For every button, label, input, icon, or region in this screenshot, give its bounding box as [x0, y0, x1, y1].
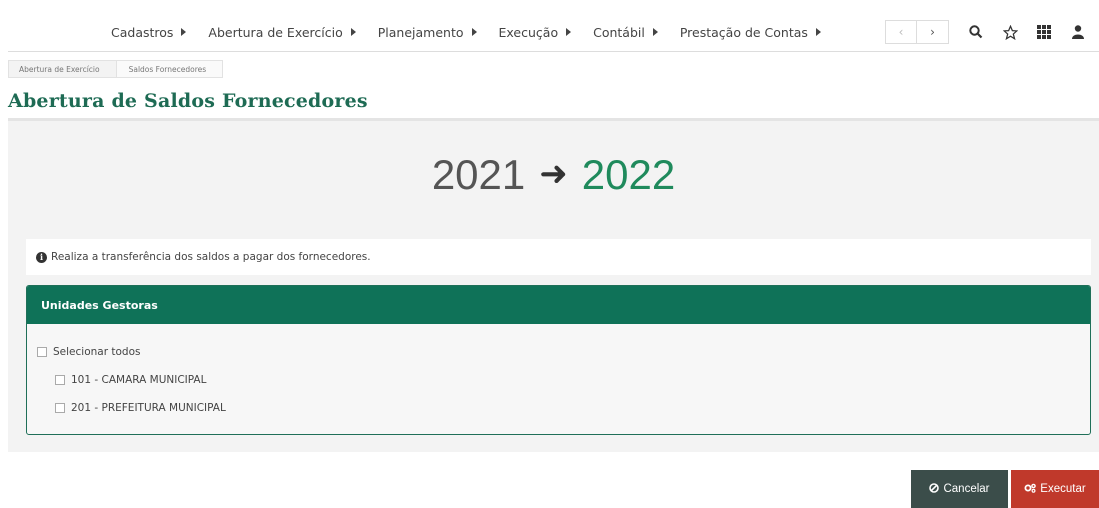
menu-label: Planejamento: [377, 24, 464, 40]
checkbox[interactable]: [55, 375, 65, 385]
toolbar-icons: [963, 20, 1099, 44]
year-from: 2021: [431, 151, 526, 198]
caret-right-icon: [471, 28, 477, 36]
caret-right-icon: [815, 28, 821, 36]
menu-scroll-arrows: ‹ ›: [885, 20, 949, 44]
cancel-label: Cancelar: [943, 483, 990, 495]
unit-checkbox-201[interactable]: 201 - PREFEITURA MUNICIPAL: [55, 402, 226, 414]
cancel-button[interactable]: Cancelar: [911, 470, 1008, 508]
menu-abertura-exercicio[interactable]: Abertura de Exercício: [208, 24, 356, 40]
select-all-checkbox[interactable]: Selecionar todos: [37, 346, 140, 358]
menu-cadastros[interactable]: Cadastros: [111, 24, 187, 40]
main-panel: 2021 ➜ 2022 i Realiza a transferência dos …: [8, 118, 1099, 452]
checkbox-label: Selecionar todos: [53, 346, 141, 358]
grid-icon[interactable]: [1031, 20, 1057, 44]
caret-right-icon: [652, 28, 658, 36]
info-text: Realiza a transferência dos saldos a pag…: [51, 251, 371, 263]
menu-label: Abertura de Exercício: [208, 24, 343, 40]
caret-right-icon: [181, 28, 187, 36]
breadcrumb: Abertura de Exercício Saldos Fornecedore…: [8, 60, 224, 78]
chevron-left-icon[interactable]: ‹: [885, 20, 917, 44]
unit-checkbox-101[interactable]: 101 - CAMARA MUNICIPAL: [55, 374, 206, 386]
user-icon[interactable]: [1065, 20, 1091, 44]
star-icon[interactable]: [997, 20, 1023, 44]
top-navbar: Cadastros Abertura de Exercício Planejam…: [8, 12, 1099, 52]
caret-right-icon: [566, 28, 572, 36]
menu-label: Cadastros: [111, 24, 174, 40]
breadcrumb-item-saldos[interactable]: Saldos Fornecedores: [115, 60, 224, 78]
execute-label: Executar: [1040, 483, 1086, 495]
chevron-right-icon[interactable]: ›: [917, 20, 949, 44]
search-icon[interactable]: [963, 20, 989, 44]
execute-button[interactable]: Executar: [1011, 470, 1099, 508]
menu-planejamento[interactable]: Planejamento: [378, 25, 477, 40]
menu-execucao[interactable]: Execução: [499, 25, 572, 40]
checkbox-label: 101 - CAMARA MUNICIPAL: [71, 374, 207, 386]
menu-label: Prestação de Contas: [679, 24, 808, 40]
caret-right-icon: [350, 28, 356, 36]
main-menu: Cadastros Abertura de Exercício Planejam…: [111, 12, 843, 52]
menu-label: Contábil: [593, 24, 645, 40]
info-box: i Realiza a transferência dos saldos a p…: [26, 239, 1091, 275]
menu-label: Execução: [498, 24, 559, 40]
checkbox[interactable]: [55, 403, 65, 413]
menu-contabil[interactable]: Contábil: [593, 25, 658, 40]
breadcrumb-item-abertura[interactable]: Abertura de Exercício: [8, 60, 117, 78]
year-transition: 2021 ➜ 2022: [8, 151, 1099, 199]
info-icon: i: [36, 251, 47, 263]
ban-icon: [929, 482, 940, 496]
gears-icon: [1024, 483, 1037, 496]
page-title: Abertura de Saldos Fornecedores: [8, 90, 368, 112]
checkbox[interactable]: [37, 347, 47, 357]
units-panel: Unidades Gestoras Selecionar todos 101 -…: [26, 285, 1091, 435]
units-panel-title: Unidades Gestoras: [27, 286, 1090, 324]
checkbox-label: 201 - PREFEITURA MUNICIPAL: [71, 402, 226, 414]
menu-prestacao-contas[interactable]: Prestação de Contas: [680, 25, 821, 40]
year-to: 2022: [581, 151, 676, 198]
arrow-right-icon: ➜: [539, 155, 568, 193]
